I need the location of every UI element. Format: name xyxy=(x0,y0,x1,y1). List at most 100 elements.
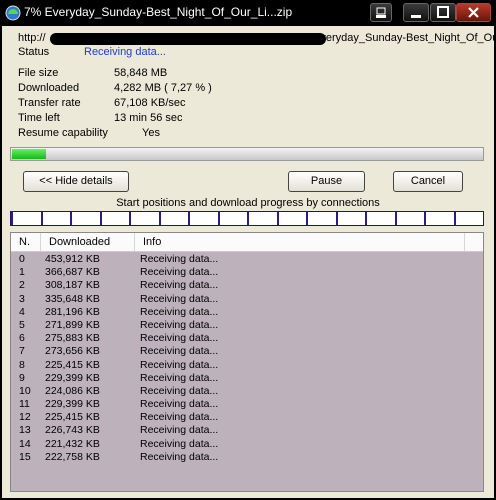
table-row[interactable]: 2 308,187 KB Receiving data... xyxy=(11,279,483,292)
row-info: Receiving data... xyxy=(140,450,219,463)
url-prefix: http:// xyxy=(18,32,46,44)
connection-segment xyxy=(365,212,395,225)
column-header-number[interactable]: N. xyxy=(11,233,41,251)
row-downloaded: 453,912 KB xyxy=(45,253,100,265)
row-downloaded: 335,648 KB xyxy=(45,292,100,305)
row-number: 3 xyxy=(19,292,25,305)
row-downloaded: 275,883 KB xyxy=(45,332,100,345)
column-header-downloaded[interactable]: Downloaded xyxy=(41,233,135,251)
row-number: 12 xyxy=(19,411,31,424)
row-downloaded: 221,432 KB xyxy=(45,437,100,450)
file-size-value: 58,848 MB xyxy=(114,67,168,79)
connection-segment xyxy=(306,212,336,225)
resume-capability-label: Resume capability xyxy=(18,127,108,139)
connections-table: N. Downloaded Info 0 453,912 KB Receiving … xyxy=(10,232,484,492)
row-number: 4 xyxy=(19,305,25,318)
row-number: 15 xyxy=(19,450,31,463)
url-redacted xyxy=(50,33,326,45)
row-number: 13 xyxy=(19,424,31,437)
row-downloaded: 271,899 KB xyxy=(45,318,100,331)
minimize-tray-button[interactable] xyxy=(370,3,392,22)
connection-segment xyxy=(99,212,130,225)
row-info: Receiving data... xyxy=(140,424,219,437)
row-downloaded: 225,415 KB xyxy=(45,358,100,371)
connection-segment xyxy=(247,212,277,225)
row-downloaded: 229,399 KB xyxy=(45,371,100,384)
row-downloaded: 229,399 KB xyxy=(45,398,100,411)
resume-capability-value: Yes xyxy=(142,127,160,139)
cancel-button[interactable]: Cancel xyxy=(393,171,463,192)
row-downloaded: 225,415 KB xyxy=(45,411,100,424)
row-number: 1 xyxy=(19,266,25,279)
row-number: 9 xyxy=(19,371,25,384)
close-button[interactable] xyxy=(456,3,491,22)
minimize-icon xyxy=(376,7,386,18)
row-number: 2 xyxy=(19,279,25,292)
connection-segment xyxy=(129,212,159,225)
table-row[interactable]: 10 224,086 KB Receiving data... xyxy=(11,385,483,398)
connection-segment xyxy=(40,212,71,225)
row-info: Receiving data... xyxy=(140,305,219,318)
title-bar[interactable]: 7% Everyday_Sunday-Best_Night_Of_Our_Li.… xyxy=(0,0,496,26)
connection-segment xyxy=(158,212,189,225)
row-info: Receiving data... xyxy=(140,358,219,371)
row-number: 11 xyxy=(19,398,30,411)
row-number: 6 xyxy=(19,332,25,345)
table-row[interactable]: 0 453,912 KB Receiving data... xyxy=(11,253,483,266)
row-info: Receiving data... xyxy=(140,384,219,397)
connection-segment xyxy=(424,212,454,225)
minimize-line-icon xyxy=(411,15,421,18)
download-app-icon xyxy=(5,5,21,21)
row-downloaded: 224,086 KB xyxy=(45,384,100,397)
downloaded-value: 4,282 MB ( 7,27 % ) xyxy=(114,82,212,94)
table-row[interactable]: 13 226,743 KB Receiving data... xyxy=(11,424,483,437)
table-row[interactable]: 8 225,415 KB Receiving data... xyxy=(11,359,483,372)
file-size-label: File size xyxy=(18,67,59,79)
window-title: 7% Everyday_Sunday-Best_Night_Of_Our_Li.… xyxy=(24,5,293,19)
connections-title: Start positions and download progress by… xyxy=(116,197,380,209)
transfer-rate-label: Transfer rate xyxy=(18,97,81,109)
status-value: Receiving data... xyxy=(84,46,166,58)
row-number: 8 xyxy=(19,358,25,371)
row-info: Receiving data... xyxy=(140,292,219,305)
pause-button[interactable]: Pause xyxy=(288,171,365,192)
hide-details-button[interactable]: << Hide details xyxy=(23,171,129,192)
time-left-value: 13 min 56 sec xyxy=(114,112,183,124)
table-row[interactable]: 12 225,415 KB Receiving data... xyxy=(11,411,483,424)
table-row[interactable]: 4 281,196 KB Receiving data... xyxy=(11,306,483,319)
close-icon xyxy=(468,7,479,18)
table-row[interactable]: 7 273,656 KB Receiving data... xyxy=(11,345,483,358)
table-row[interactable]: 3 335,648 KB Receiving data... xyxy=(11,293,483,306)
row-number: 7 xyxy=(19,345,25,358)
maximize-icon xyxy=(437,6,449,18)
table-row[interactable]: 9 229,399 KB Receiving data... xyxy=(11,372,483,385)
time-left-label: Time left xyxy=(18,112,60,124)
row-info: Receiving data... xyxy=(140,411,219,424)
connection-segment xyxy=(217,212,248,225)
maximize-button[interactable] xyxy=(430,3,456,22)
download-progress-fill xyxy=(12,149,46,159)
row-info: Receiving data... xyxy=(140,332,219,345)
row-number: 5 xyxy=(19,318,25,331)
table-row[interactable]: 11 229,399 KB Receiving data... xyxy=(11,398,483,411)
row-downloaded: 366,687 KB xyxy=(45,266,100,279)
connection-segment xyxy=(276,212,307,225)
url-filename: /Everyday_Sunday-Best_Night_Of_Our xyxy=(310,32,496,44)
table-rows: 0 453,912 KB Receiving data... 1 366,687 KB R… xyxy=(11,253,483,464)
table-row[interactable]: 6 275,883 KB Receiving data... xyxy=(11,332,483,345)
row-info: Receiving data... xyxy=(140,345,219,358)
status-label: Status xyxy=(18,46,50,58)
table-row[interactable]: 14 221,432 KB Receiving data... xyxy=(11,438,483,451)
row-info: Receiving data... xyxy=(140,437,219,450)
table-row[interactable]: 1 366,687 KB Receiving data... xyxy=(11,266,483,279)
table-row[interactable]: 15 222,758 KB Receiving data... xyxy=(11,451,483,464)
download-progress-bar xyxy=(10,147,484,161)
row-number: 14 xyxy=(19,437,31,450)
column-header-info[interactable]: Info xyxy=(135,233,465,251)
minimize-button[interactable] xyxy=(403,3,429,22)
downloaded-label: Downloaded xyxy=(18,82,80,94)
row-downloaded: 281,196 KB xyxy=(45,305,100,318)
connection-segment xyxy=(453,212,484,225)
table-row[interactable]: 5 271,899 KB Receiving data... xyxy=(11,319,483,332)
table-header: N. Downloaded Info xyxy=(11,233,483,252)
